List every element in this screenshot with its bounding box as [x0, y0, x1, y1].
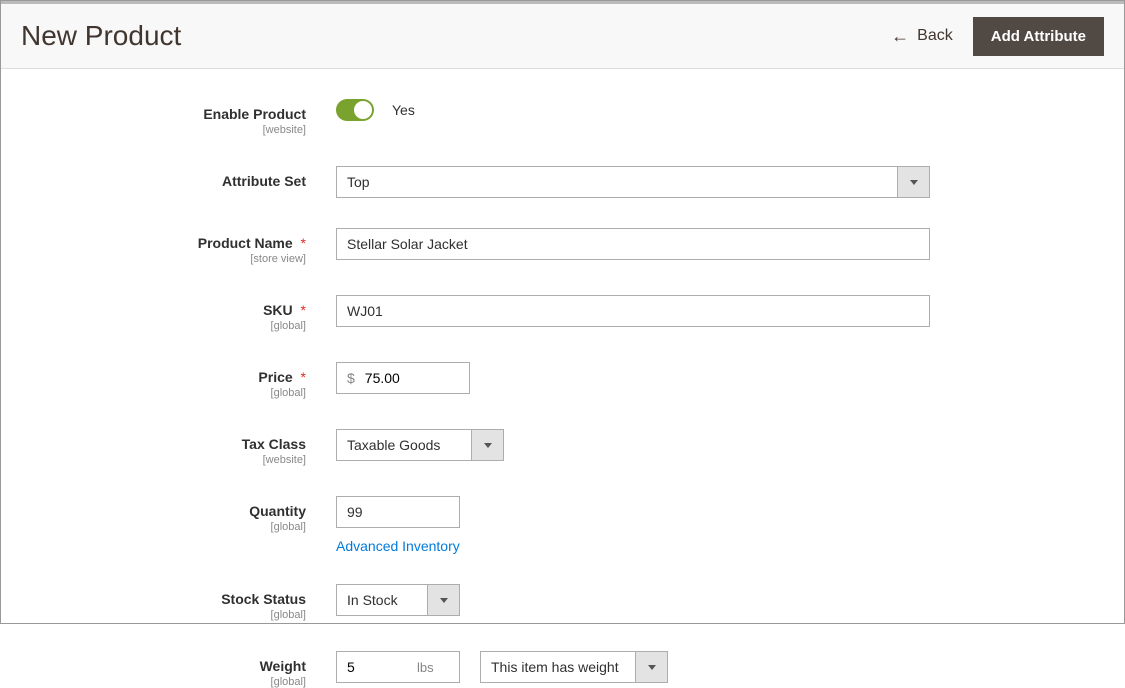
enable-product-toggle[interactable] [336, 99, 374, 121]
required-mark-icon: * [301, 369, 306, 385]
weight-row: Weight [global] lbs This item has weight [1, 651, 1124, 688]
page-header: New Product ← Back Add Attribute [1, 1, 1124, 69]
tax-class-value: Taxable Goods [337, 430, 471, 460]
stock-status-scope: [global] [1, 609, 306, 621]
quantity-row: Quantity [global] Advanced Inventory [1, 496, 1124, 554]
enable-product-label: Enable Product [203, 106, 306, 122]
weight-field: lbs This item has weight [336, 651, 1036, 683]
product-name-row: Product Name * [store view] [1, 228, 1124, 265]
sku-label-col: SKU * [global] [1, 295, 336, 332]
product-name-label: Product Name [198, 235, 293, 251]
weight-label: Weight [260, 658, 306, 674]
attribute-set-field: Top [336, 166, 1036, 198]
sku-scope: [global] [1, 320, 306, 332]
tax-class-field: Taxable Goods [336, 429, 1036, 461]
quantity-field: Advanced Inventory [336, 496, 1036, 554]
product-form: Enable Product [website] Yes Attribute S… [1, 69, 1124, 688]
quantity-input[interactable] [336, 496, 460, 528]
tax-class-label: Tax Class [242, 436, 306, 452]
back-label: Back [917, 27, 953, 45]
toggle-knob-icon [354, 101, 372, 119]
attribute-set-value: Top [337, 167, 897, 197]
price-label-col: Price * [global] [1, 362, 336, 399]
weight-option-select[interactable]: This item has weight [480, 651, 668, 683]
attribute-set-select[interactable]: Top [336, 166, 930, 198]
quantity-label-col: Quantity [global] [1, 496, 336, 533]
attribute-set-label-col: Attribute Set [1, 166, 336, 189]
enable-product-label-col: Enable Product [website] [1, 99, 336, 136]
enable-product-field: Yes [336, 99, 1036, 121]
header-actions: ← Back Add Attribute [891, 17, 1104, 56]
enable-product-scope: [website] [1, 124, 306, 136]
chevron-down-icon [897, 167, 929, 197]
product-name-field [336, 228, 1036, 260]
advanced-inventory-link[interactable]: Advanced Inventory [336, 538, 460, 554]
stock-status-label-col: Stock Status [global] [1, 584, 336, 621]
quantity-scope: [global] [1, 521, 306, 533]
product-name-label-col: Product Name * [store view] [1, 228, 336, 265]
required-mark-icon: * [301, 235, 306, 251]
weight-input[interactable] [337, 652, 417, 682]
tax-class-row: Tax Class [website] Taxable Goods [1, 429, 1124, 466]
chevron-down-icon [427, 585, 459, 615]
tax-class-select[interactable]: Taxable Goods [336, 429, 504, 461]
chevron-down-icon [471, 430, 503, 460]
price-row: Price * [global] $ [1, 362, 1124, 399]
price-input[interactable] [363, 363, 453, 393]
price-currency-label: $ [337, 363, 363, 393]
attribute-set-label: Attribute Set [222, 173, 306, 189]
tax-class-label-col: Tax Class [website] [1, 429, 336, 466]
stock-status-field: In Stock [336, 584, 1036, 616]
add-attribute-button[interactable]: Add Attribute [973, 17, 1104, 56]
stock-status-select[interactable]: In Stock [336, 584, 460, 616]
chevron-down-icon [635, 652, 667, 682]
stock-status-label: Stock Status [221, 591, 306, 607]
stock-status-value: In Stock [337, 585, 427, 615]
weight-input-wrapper: lbs [336, 651, 460, 683]
price-label: Price [258, 369, 292, 385]
weight-option-value: This item has weight [481, 652, 635, 682]
weight-label-col: Weight [global] [1, 651, 336, 688]
sku-row: SKU * [global] [1, 295, 1124, 332]
weight-scope: [global] [1, 676, 306, 688]
product-name-scope: [store view] [1, 253, 306, 265]
price-input-wrapper: $ [336, 362, 470, 394]
required-mark-icon: * [301, 302, 306, 318]
back-button[interactable]: ← Back [891, 26, 953, 47]
product-name-input[interactable] [336, 228, 930, 260]
enable-product-row: Enable Product [website] Yes [1, 99, 1124, 136]
sku-label: SKU [263, 302, 293, 318]
quantity-label: Quantity [249, 503, 306, 519]
price-field: $ [336, 362, 1036, 394]
price-scope: [global] [1, 387, 306, 399]
page-title: New Product [21, 20, 181, 52]
enable-product-state-label: Yes [392, 102, 415, 118]
back-arrow-icon: ← [891, 26, 909, 47]
weight-unit-label: lbs [417, 660, 444, 675]
attribute-set-row: Attribute Set Top [1, 166, 1124, 198]
sku-field [336, 295, 1036, 327]
sku-input[interactable] [336, 295, 930, 327]
stock-status-row: Stock Status [global] In Stock [1, 584, 1124, 621]
tax-class-scope: [website] [1, 454, 306, 466]
